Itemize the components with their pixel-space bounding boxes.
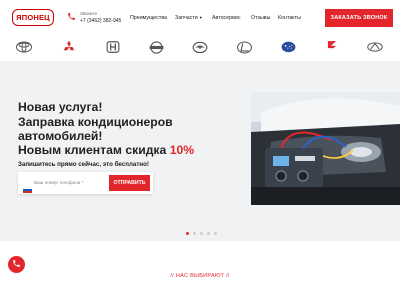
- slide-dot[interactable]: [207, 232, 210, 235]
- hero-headline-text: Новым клиентам скидка: [18, 143, 170, 157]
- hero-headline-line-3: автомобилей!: [18, 129, 103, 143]
- phone-icon: [12, 259, 21, 270]
- slide-dot[interactable]: [214, 232, 217, 235]
- slider-pagination: [186, 232, 217, 235]
- subaru-logo[interactable]: [280, 39, 296, 55]
- top-header: ЯПОНЕЦ Звоните +7 (3462) 382-945 Преимущ…: [0, 0, 400, 34]
- nav-label: Запчасти: [175, 15, 198, 21]
- logo[interactable]: ЯПОНЕЦ: [12, 9, 54, 26]
- call-label: Звоните: [80, 11, 98, 16]
- discount-badge: 10%: [169, 143, 195, 157]
- russia-flag-icon[interactable]: [22, 180, 33, 193]
- slide-dot[interactable]: [186, 232, 189, 235]
- hero-headline-line-2: Заправка кондиционеров: [18, 115, 173, 129]
- nav-label: Автосервис: [212, 15, 241, 21]
- chevron-down-icon: ▼: [198, 15, 203, 20]
- hero-photo: [251, 92, 400, 205]
- slide-dot[interactable]: [193, 232, 196, 235]
- nav-advantages[interactable]: Преимущества: [130, 15, 167, 21]
- submit-button[interactable]: ОТПРАВИТЬ: [109, 175, 150, 191]
- suzuki-logo[interactable]: [324, 39, 340, 55]
- lexus-logo[interactable]: [236, 39, 252, 55]
- hero-subtitle: Запишитесь прямо сейчас, это бесплатно!: [18, 161, 149, 168]
- honda-logo[interactable]: [105, 39, 121, 55]
- callback-form: ОТПРАВИТЬ: [18, 172, 153, 194]
- nav-label: Контакты: [278, 15, 301, 21]
- nav-parts[interactable]: Запчасти▼: [175, 15, 203, 21]
- toyota-logo[interactable]: [16, 39, 32, 55]
- phone-icon: [67, 12, 76, 21]
- nav-contacts[interactable]: Контакты: [278, 15, 301, 21]
- hero-headline-line-1: Новая услуга!: [18, 100, 103, 114]
- slide-dot[interactable]: [200, 232, 203, 235]
- section-title: // НАС ВЫБИРАЮТ //: [170, 273, 230, 279]
- order-call-button[interactable]: ЗАКАЗАТЬ ЗВОНОК: [325, 9, 393, 27]
- nav-label: Преимущества: [130, 15, 168, 21]
- infiniti-logo[interactable]: [367, 39, 383, 55]
- nissan-logo[interactable]: [148, 39, 164, 55]
- header-phone-link[interactable]: +7 (3462) 382-945: [80, 18, 121, 24]
- mitsubishi-logo[interactable]: [61, 39, 77, 55]
- nav-autoservice[interactable]: Автосервис: [212, 15, 241, 21]
- phone-input[interactable]: [34, 176, 109, 189]
- nav-reviews[interactable]: Отзывы: [251, 15, 270, 21]
- nav-label: Отзывы: [251, 15, 271, 21]
- floating-call-button[interactable]: [8, 256, 25, 273]
- brand-logos-row: [0, 33, 400, 61]
- mazda-logo[interactable]: [192, 39, 208, 55]
- hero-headline-line-4: Новым клиентам скидка 10%: [18, 143, 194, 157]
